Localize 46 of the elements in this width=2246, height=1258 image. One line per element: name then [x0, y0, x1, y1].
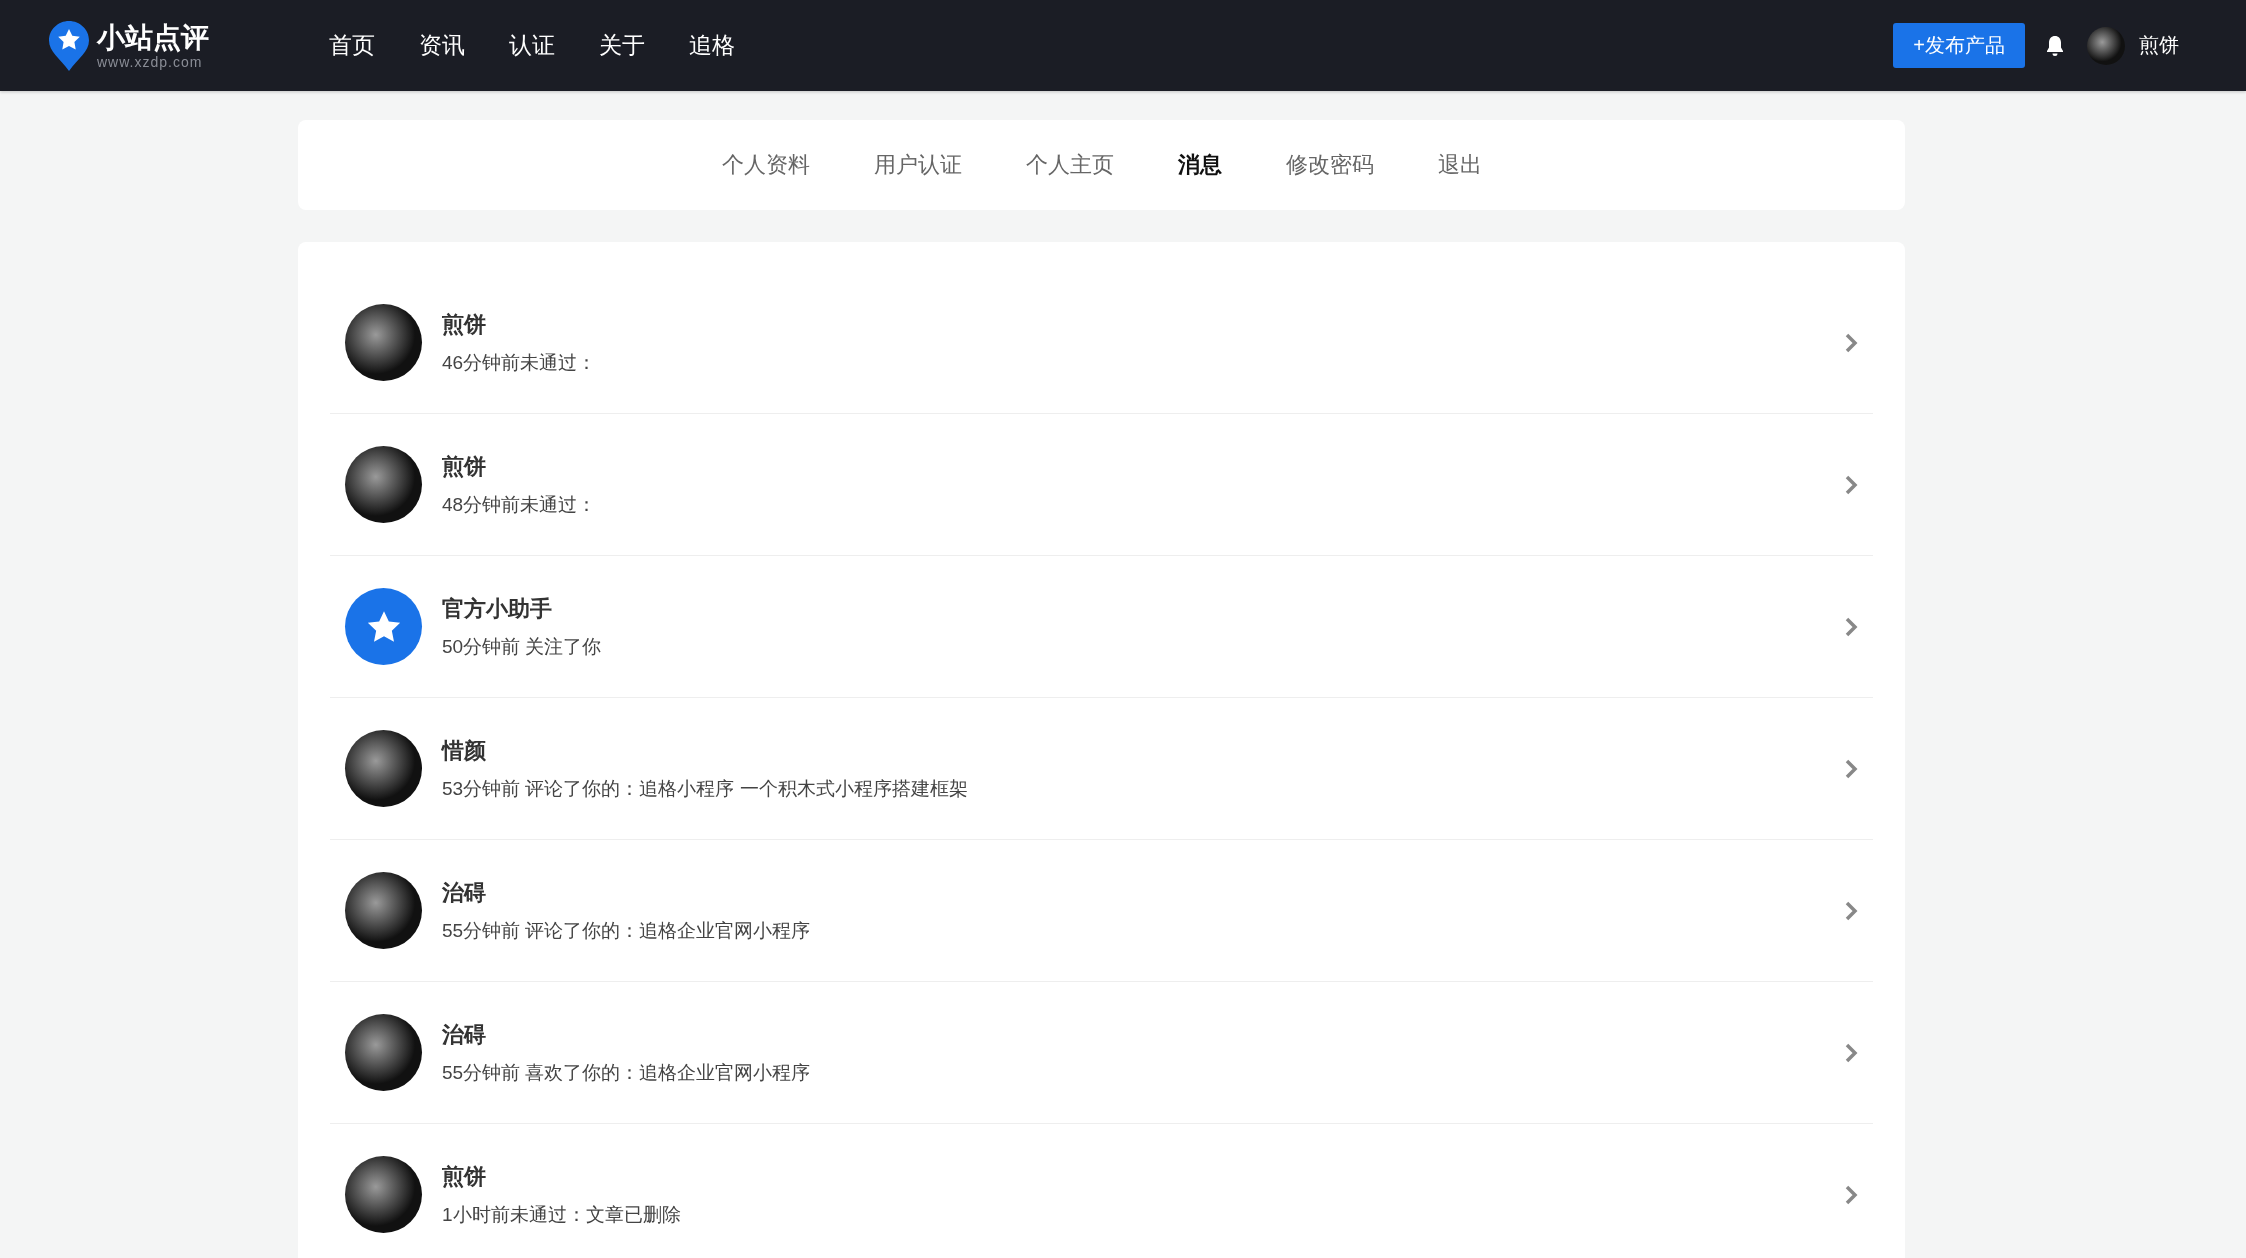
- publish-button[interactable]: +发布产品: [1893, 23, 2025, 68]
- tab[interactable]: 退出: [1437, 150, 1482, 180]
- tab[interactable]: 消息: [1177, 150, 1222, 180]
- logo-pin-icon: [47, 18, 91, 73]
- nav-link[interactable]: 资讯: [419, 30, 465, 61]
- message-text: 50分钟前 关注了你: [442, 634, 603, 659]
- message-text: 55分钟前 喜欢了你的：追格企业官网小程序: [442, 1060, 812, 1085]
- user-avatar[interactable]: [2087, 26, 2125, 65]
- sender-name: 煎饼: [442, 452, 487, 481]
- message-row[interactable]: 治碍 55分钟前 评论了你的：追格企业官网小程序: [330, 840, 1873, 982]
- chevron-right-icon: [1843, 899, 1859, 922]
- message-text: 1小时前未通过：文章已删除: [442, 1202, 682, 1227]
- bell-icon[interactable]: [2045, 34, 2065, 57]
- sender-name: 惜颜: [442, 736, 487, 765]
- message-row[interactable]: 煎饼 48分钟前未通过：: [330, 414, 1873, 556]
- tab[interactable]: 用户认证: [873, 150, 962, 180]
- chevron-right-icon: [1843, 1041, 1859, 1064]
- nav-link[interactable]: 认证: [509, 30, 555, 61]
- chevron-right-icon: [1843, 615, 1859, 638]
- tab[interactable]: 个人主页: [1025, 150, 1114, 180]
- message-text: 53分钟前 评论了你的：追格小程序 一个积木式小程序搭建框架: [442, 776, 969, 801]
- tab[interactable]: 个人资料: [721, 150, 810, 180]
- nav-link[interactable]: 首页: [329, 30, 375, 61]
- sender-name: 治碍: [442, 878, 487, 907]
- sender-name: 煎饼: [442, 310, 487, 339]
- message-row[interactable]: 惜颜 53分钟前 评论了你的：追格小程序 一个积木式小程序搭建框架: [330, 698, 1873, 840]
- message-text: 55分钟前 评论了你的：追格企业官网小程序: [442, 918, 812, 943]
- logo-title: 小站点评: [97, 21, 209, 54]
- sender-name: 治碍: [442, 1020, 487, 1049]
- message-row[interactable]: 煎饼 1小时前未通过：文章已删除: [330, 1124, 1873, 1258]
- message-row[interactable]: 治碍 55分钟前 喜欢了你的：追格企业官网小程序: [330, 982, 1873, 1124]
- message-row[interactable]: 官方小助手 50分钟前 关注了你: [330, 556, 1873, 698]
- message-text: 48分钟前未通过：: [442, 492, 598, 517]
- user-name[interactable]: 煎饼: [2139, 32, 2179, 59]
- chevron-right-icon: [1843, 1183, 1859, 1206]
- sender-name: 煎饼: [442, 1162, 487, 1191]
- chevron-right-icon: [1843, 331, 1859, 354]
- message-row[interactable]: 煎饼 46分钟前未通过：: [330, 272, 1873, 414]
- message-text: 46分钟前未通过：: [442, 350, 598, 375]
- sender-name: 官方小助手: [442, 594, 553, 623]
- chevron-right-icon: [1843, 757, 1859, 780]
- nav-link[interactable]: 追格: [689, 30, 735, 61]
- tab[interactable]: 修改密码: [1285, 150, 1374, 180]
- chevron-right-icon: [1843, 473, 1859, 496]
- logo-subtitle: www.xzdp.com: [97, 53, 204, 70]
- nav-link[interactable]: 关于: [599, 30, 645, 61]
